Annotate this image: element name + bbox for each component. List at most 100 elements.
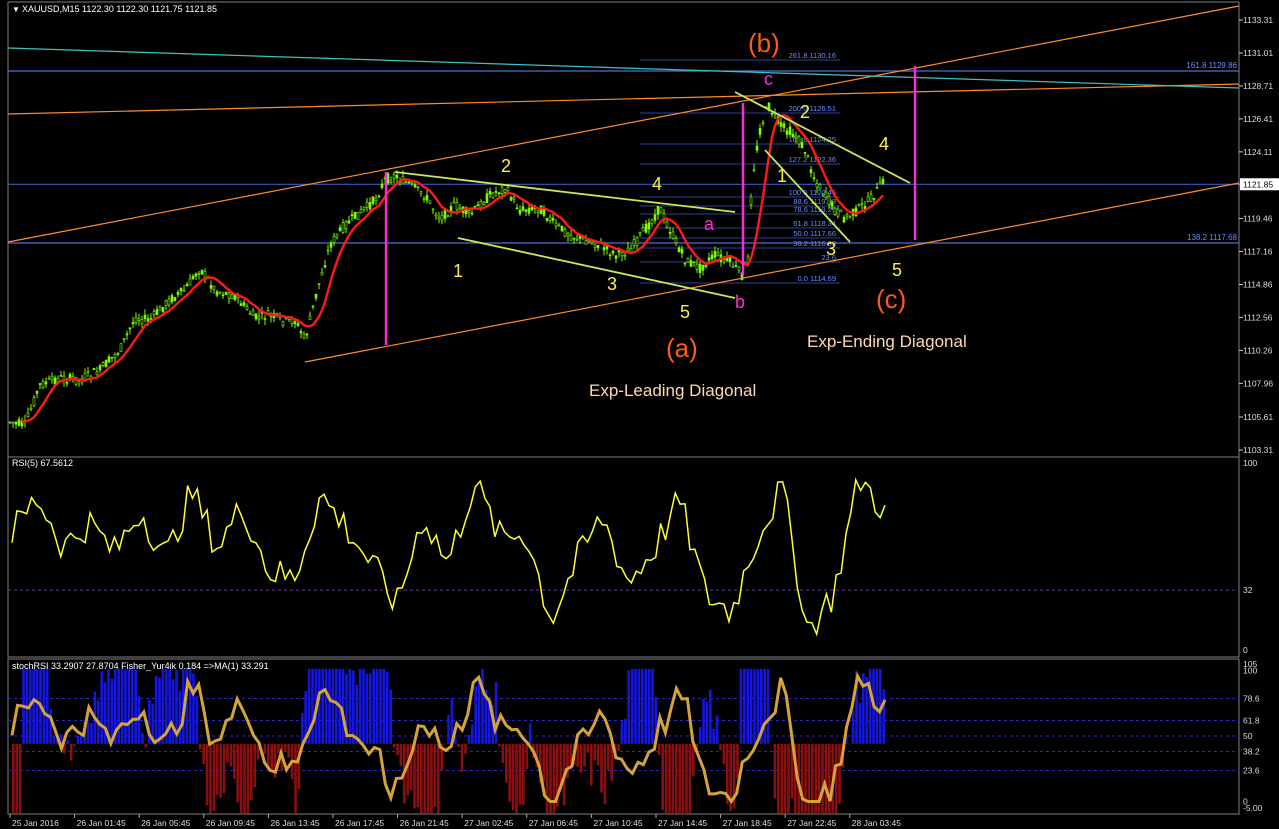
stoch-histogram-bar [348,668,352,744]
stoch-histogram-bar [743,668,746,744]
stoch-histogram-bar [110,678,114,744]
stoch-histogram-bar [365,673,369,744]
stoch-histogram-bar [294,743,297,814]
candle-body [515,207,519,210]
stoch-histogram-bar [80,735,83,744]
channel-top-line [7,83,1240,115]
candle-body [239,303,243,307]
stoch-histogram-bar [355,684,358,744]
stoch-tick-label: 23.6 [1243,766,1260,776]
candle-body [569,234,573,241]
candle-body [212,285,216,290]
candle-body [506,187,510,192]
ending-wave-3: 3 [826,239,836,259]
leading-diag-lower [457,237,736,299]
price-tick-label: 1105.61 [1243,412,1273,422]
candle-body [428,200,432,204]
stoch-histogram-bar [607,743,610,770]
stoch-histogram-bar [86,722,90,744]
candle-body [623,254,627,257]
stoch-histogram-bar [505,743,508,783]
candle-body [818,184,822,190]
candle-body [788,126,792,135]
stoch-histogram-bar [423,743,426,814]
stoch-histogram-bar [756,668,760,744]
candle-body [332,236,336,243]
candle-body [92,368,96,370]
chart-menu-triangle[interactable]: ▼ [12,5,20,14]
time-tick-label: 26 Jan 21:45 [400,818,449,828]
stoch-histogram-bar [617,743,620,752]
stoch-histogram-bar [375,668,379,744]
stoch-histogram-bar [766,668,770,744]
candle-body [308,315,312,320]
candle-body [104,360,108,368]
stoch-histogram-bar [437,743,440,814]
stoch-histogram-bar [579,743,583,773]
stoch-histogram-bar [508,743,511,802]
candle-body [320,271,324,276]
candle-body [119,343,123,352]
candle-body [695,263,699,270]
candle-body [698,263,702,273]
stoch-histogram-bar [525,743,528,769]
time-tick-label: 27 Jan 18:45 [723,818,772,828]
candle-body [707,257,711,261]
current-price-label: 1121.85 [1243,179,1273,189]
candle-body [341,222,345,233]
candle-body [596,245,600,248]
stoch-histogram-bar [722,743,726,765]
price-tick-label: 1128.71 [1243,81,1273,91]
stoch-histogram-bar [154,675,158,744]
time-tick-label: 27 Jan 22:45 [787,818,836,828]
candle-body [839,209,843,213]
stoch-header: stochRSI 33.2907 27.8704 Fisher_Yur4ik 0… [12,661,269,671]
rsi-tick-label: 32 [1243,585,1253,595]
stoch-histogram-bar [658,743,661,755]
candle-body [866,196,870,202]
candle-body [815,183,819,188]
candle-body [59,375,63,377]
candle-body [449,205,453,212]
candle-body [869,194,873,202]
candle-body [545,218,549,221]
stoch-histogram-bar [100,671,103,744]
stoch-histogram-bar [586,743,590,753]
stoch-histogram-bar [284,743,287,751]
candle-body [302,333,306,339]
candle-body [620,252,624,257]
candle-body [329,242,333,248]
candle-body [800,141,804,149]
leading-diagonal-label: Exp-Leading Diagonal [589,381,756,400]
stoch-histogram-bar [134,668,137,744]
candle-body [215,291,219,296]
stoch-histogram-bar [335,668,338,744]
time-tick-label: 26 Jan 13:45 [270,818,319,828]
candle-body [647,222,651,230]
candle-body [653,214,657,221]
stoch-histogram-bar [192,673,195,744]
price-tick-label: 1131.01 [1243,48,1273,58]
stoch-histogram-bar [341,668,345,744]
stoch-histogram-bar [372,668,375,744]
price-tick-label: 1107.96 [1243,378,1273,388]
stoch-histogram-bar [528,723,532,744]
stoch-histogram-bar [685,743,688,814]
stoch-histogram-bar [301,713,304,744]
candle-body [812,177,816,180]
stoch-histogram-bar [498,743,501,747]
price-tick-label: 1119.46 [1243,214,1273,224]
stoch-tick-label: -5.00 [1243,803,1263,813]
candle-body [734,265,738,267]
candle-body [638,232,642,235]
wave-c-major: (c) [876,284,906,314]
stoch-histogram-bar [749,668,753,744]
stoch-tick-label: 61.8 [1243,716,1260,726]
stoch-tick-label: 38.2 [1243,746,1260,756]
stoch-histogram-bar [715,715,719,744]
leading-wave-4: 4 [652,174,662,194]
candle-body [134,317,138,324]
candle-body [749,196,753,205]
stoch-histogram-bar [753,668,756,744]
stoch-histogram-bar [549,743,552,814]
